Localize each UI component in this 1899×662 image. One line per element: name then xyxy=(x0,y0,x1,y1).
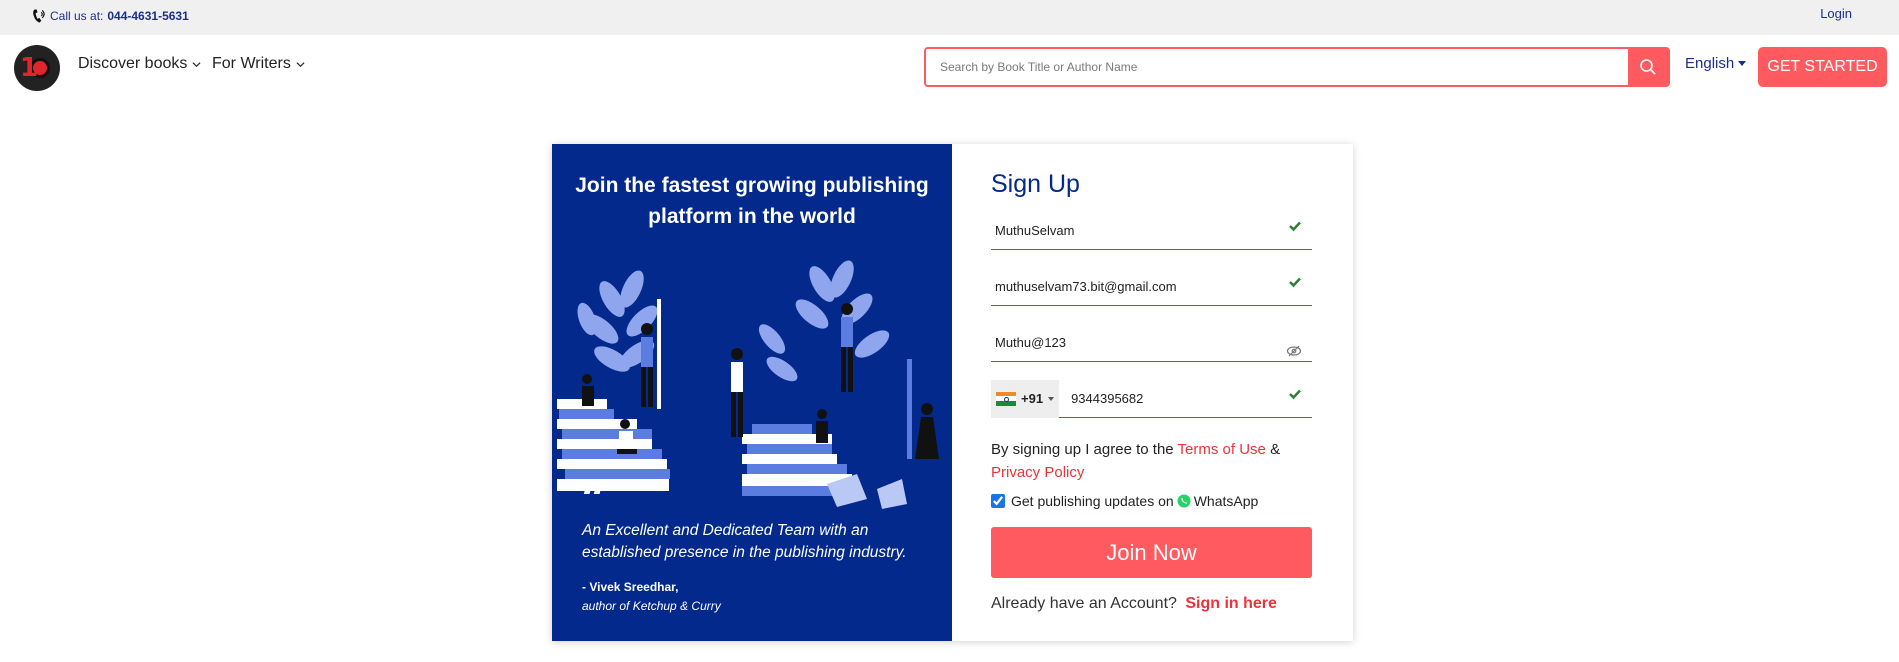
ampersand: & xyxy=(1270,441,1281,458)
country-code-selector[interactable]: +91 xyxy=(991,379,1060,418)
password-field xyxy=(991,324,1312,362)
testimonial-quote: An Excellent and Dedicated Team with an … xyxy=(582,522,907,561)
eye-slash-icon[interactable] xyxy=(1286,344,1302,358)
publishing-illustration xyxy=(557,260,939,509)
language-dropdown[interactable]: English xyxy=(1685,55,1747,72)
search-icon xyxy=(1640,59,1656,75)
agree-prefix: By signing up I agree to the xyxy=(991,441,1174,458)
phone-field: +91 xyxy=(991,379,1312,418)
promo-panel: Join the fastest growing publishing plat… xyxy=(552,144,952,641)
call-prefix: Call us at: xyxy=(50,9,104,23)
signup-form: Sign Up +91 By xyxy=(952,144,1353,641)
language-label: English xyxy=(1685,55,1735,72)
testimonial-author: - Vivek Sreedhar, xyxy=(582,580,679,594)
signup-card: Join the fastest growing publishing plat… xyxy=(552,144,1353,641)
dial-code: +91 xyxy=(1021,391,1044,406)
main-nav: 1 Discover books For Writers English GET… xyxy=(0,35,1899,99)
already-account: Already have an Account? Sign in here xyxy=(991,595,1277,613)
chevron-down-icon xyxy=(296,61,305,67)
terms-of-use-link[interactable]: Terms of Use xyxy=(1178,441,1266,458)
promo-heading: Join the fastest growing publishing plat… xyxy=(575,174,929,228)
email-input[interactable] xyxy=(991,279,1312,294)
terms-agreement: By signing up I agree to the Terms of Us… xyxy=(991,438,1311,484)
search-button[interactable] xyxy=(1628,49,1668,85)
search-input[interactable] xyxy=(926,49,1628,85)
check-icon xyxy=(1289,277,1301,288)
get-started-button[interactable]: GET STARTED xyxy=(1758,47,1887,87)
phone-input[interactable] xyxy=(1067,391,1312,406)
password-input[interactable] xyxy=(991,335,1312,350)
discover-books-label: Discover books xyxy=(78,55,188,72)
updates-label: Get publishing updates on xyxy=(1011,493,1174,509)
for-writers-label: For Writers xyxy=(212,55,291,72)
join-now-button[interactable]: Join Now xyxy=(991,527,1312,578)
already-text: Already have an Account? xyxy=(991,595,1177,612)
discover-books-menu[interactable]: Discover books xyxy=(78,55,201,73)
privacy-policy-link[interactable]: Privacy Policy xyxy=(991,464,1084,481)
quote-mark: “ xyxy=(582,474,608,525)
for-writers-menu[interactable]: For Writers xyxy=(212,55,305,73)
phone-icon xyxy=(33,9,45,23)
testimonial-author-book: author of Ketchup & Curry xyxy=(582,599,721,613)
call-us: Call us at: 044-4631-5631 xyxy=(31,8,189,24)
form-title: Sign Up xyxy=(991,170,1080,198)
login-link[interactable]: Login xyxy=(1820,6,1852,21)
email-field xyxy=(991,268,1312,306)
top-bar: Call us at: 044-4631-5631 Login xyxy=(0,0,1899,35)
phone-number[interactable]: 044-4631-5631 xyxy=(107,9,188,23)
search-bar xyxy=(924,47,1670,87)
caret-down-icon xyxy=(1048,396,1055,401)
sign-in-link[interactable]: Sign in here xyxy=(1185,595,1277,612)
check-icon xyxy=(1289,389,1301,400)
chevron-down-icon xyxy=(192,61,201,67)
whatsapp-icon xyxy=(1177,494,1191,508)
whatsapp-updates-checkbox[interactable] xyxy=(991,494,1005,508)
name-field xyxy=(991,212,1312,250)
logo-mark: 1 xyxy=(20,53,38,83)
whatsapp-label: WhatsApp xyxy=(1193,493,1259,509)
whatsapp-updates-option[interactable]: Get publishing updates on WhatsApp xyxy=(991,493,1258,509)
name-input[interactable] xyxy=(991,223,1312,238)
check-icon xyxy=(1289,221,1301,232)
caret-down-icon xyxy=(1738,61,1747,66)
india-flag-icon xyxy=(996,391,1016,406)
logo[interactable]: 1 xyxy=(14,45,60,91)
